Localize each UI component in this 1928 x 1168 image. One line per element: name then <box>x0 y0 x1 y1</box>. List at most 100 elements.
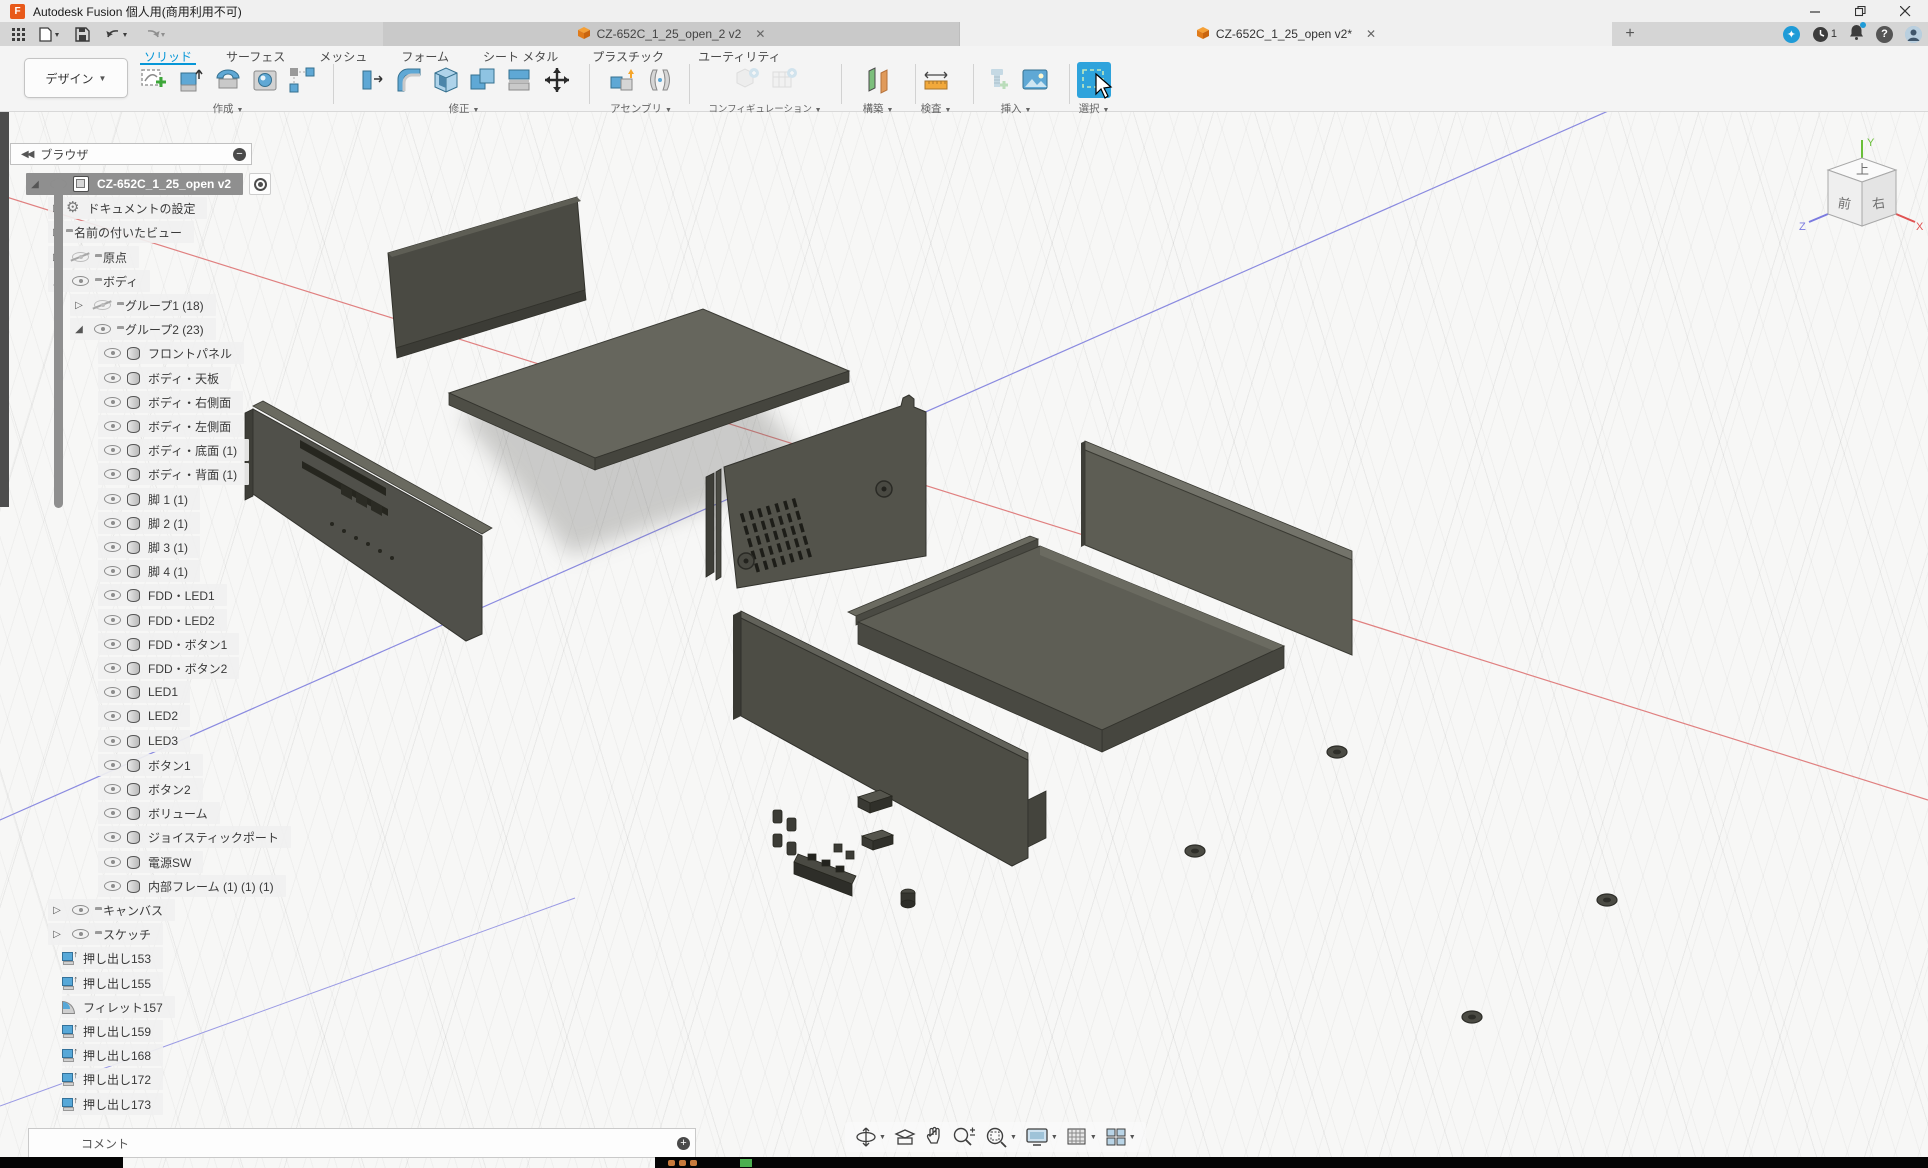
visibility-off-icon[interactable] <box>94 300 111 310</box>
job-status-icon[interactable]: 1 <box>1812 26 1837 43</box>
zoom-tool-icon[interactable] <box>952 1126 976 1148</box>
document-tab-2[interactable]: CZ-652C_1_25_open v2* ✕ <box>960 22 1612 46</box>
visibility-icon[interactable] <box>104 469 121 479</box>
new-component-icon[interactable] <box>606 62 640 98</box>
browser-row-node[interactable]: ボディ・天板 <box>98 367 231 389</box>
browser-row-node[interactable]: LED3 <box>98 730 190 752</box>
visibility-icon[interactable] <box>104 397 121 407</box>
visibility-icon[interactable] <box>104 832 121 842</box>
redo-icon[interactable] <box>142 27 166 41</box>
browser-row-node[interactable]: ボタン1 <box>98 754 203 776</box>
press-pull-icon[interactable] <box>355 62 389 98</box>
ribbon-group-label[interactable]: 検査 ▼ <box>904 101 968 116</box>
browser-row-node[interactable]: ボディ・背面 (1) <box>98 463 249 485</box>
extensions-icon[interactable]: ✦ <box>1783 26 1800 43</box>
activate-component-radio[interactable] <box>249 173 271 195</box>
pan-tool-icon[interactable] <box>924 1126 944 1148</box>
browser-row-node[interactable]: フロントパネル <box>98 342 244 364</box>
browser-row-node[interactable]: LED1 <box>98 681 190 703</box>
visibility-icon[interactable] <box>104 808 121 818</box>
browser-row-node[interactable]: ◢グループ2 (23) <box>70 318 216 340</box>
canvas-icon[interactable] <box>1018 62 1052 98</box>
visibility-icon[interactable] <box>104 663 121 673</box>
ribbon-group-label[interactable]: 作成 ▼ <box>128 101 328 116</box>
ribbon-group-label[interactable]: コンフィギュレーション ▼ <box>694 101 836 115</box>
ribbon-group-label[interactable]: 挿入 ▼ <box>968 101 1064 116</box>
orbit-tool-icon[interactable]: ▼ <box>855 1126 886 1148</box>
hole-icon[interactable] <box>248 62 282 98</box>
expand-arrow-icon[interactable]: ▷ <box>48 929 66 940</box>
visibility-icon[interactable] <box>104 687 121 697</box>
collapse-arrow-icon[interactable]: ◢ <box>70 324 88 335</box>
browser-row-node[interactable]: 脚 1 (1) <box>98 488 200 510</box>
pattern-icon[interactable] <box>285 62 319 98</box>
browser-row-node[interactable]: LED2 <box>98 705 190 727</box>
visibility-icon[interactable] <box>72 929 89 939</box>
create-sketch-icon[interactable] <box>137 62 171 98</box>
visibility-icon[interactable] <box>104 445 121 455</box>
move-icon[interactable] <box>540 62 574 98</box>
browser-row-node[interactable]: FDD・LED2 <box>98 609 227 631</box>
collapse-arrow-icon[interactable]: ◢ <box>26 179 44 190</box>
expand-arrow-icon[interactable]: ▷ <box>70 300 88 311</box>
visibility-off-icon[interactable] <box>72 252 89 262</box>
document-tab-1[interactable]: CZ-652C_1_25_open_2 v2 ✕ <box>383 22 960 46</box>
browser-row-node[interactable]: ボタン2 <box>98 778 203 800</box>
browser-row-feature[interactable]: ↑押し出し173 <box>62 1093 163 1115</box>
display-settings-icon[interactable]: ▼ <box>1025 1127 1058 1147</box>
visibility-icon[interactable] <box>104 542 121 552</box>
help-icon[interactable]: ? <box>1876 26 1893 43</box>
combine-icon[interactable] <box>466 62 500 98</box>
browser-row-node[interactable]: ボディ・右側面 <box>98 391 243 413</box>
browser-panel-header[interactable]: ◀◀ ブラウザ − <box>10 143 252 165</box>
look-at-tool-icon[interactable] <box>894 1127 916 1147</box>
browser-row-node[interactable]: ボリューム <box>98 802 220 824</box>
shell-icon[interactable] <box>429 62 463 98</box>
browser-row-node[interactable]: ▷名前の付いたビュー <box>48 221 194 243</box>
browser-row-node[interactable]: ▷グループ1 (18) <box>70 294 216 316</box>
add-comment-icon[interactable]: + <box>677 1137 690 1150</box>
visibility-icon[interactable] <box>94 324 111 334</box>
visibility-icon[interactable] <box>104 373 121 383</box>
small-parts-cluster[interactable] <box>773 790 915 908</box>
insert-fastener-icon[interactable] <box>981 62 1015 98</box>
visibility-icon[interactable] <box>104 857 121 867</box>
fillet-icon[interactable] <box>392 62 426 98</box>
visibility-icon[interactable] <box>104 639 121 649</box>
tab-2-close-icon[interactable]: ✕ <box>1366 27 1376 41</box>
ribbon-group-label[interactable]: 選択 ▼ <box>1062 101 1126 116</box>
joint-icon[interactable] <box>643 62 677 98</box>
browser-row-feature[interactable]: ↑押し出し168 <box>62 1044 163 1066</box>
browser-row-node[interactable]: 脚 2 (1) <box>98 512 200 534</box>
browser-row-node[interactable]: ボディ・左側面 <box>98 415 243 437</box>
browser-scrollbar[interactable] <box>54 178 63 508</box>
visibility-icon[interactable] <box>104 784 121 794</box>
browser-row-feature[interactable]: ↑押し出し153 <box>62 947 163 969</box>
tab-1-close-icon[interactable]: ✕ <box>755 27 765 41</box>
browser-row-node[interactable]: ▷⚙ドキュメントの設定 <box>48 197 207 219</box>
browser-row-node[interactable]: ▷キャンバス <box>48 899 175 921</box>
browser-row-node[interactable]: 電源SW <box>98 851 203 873</box>
browser-row-node[interactable]: 脚 3 (1) <box>98 536 200 558</box>
browser-row-node[interactable]: ▷スケッチ <box>48 923 163 945</box>
visibility-icon[interactable] <box>104 518 121 528</box>
notifications-icon[interactable] <box>1849 24 1864 45</box>
comment-bar[interactable]: コメント + <box>28 1128 696 1158</box>
measure-icon[interactable] <box>919 62 953 98</box>
browser-row-node[interactable]: FDD・ボタン2 <box>98 657 239 679</box>
visibility-icon[interactable] <box>104 736 121 746</box>
construction-plane-icon[interactable] <box>861 62 895 98</box>
minimize-button[interactable] <box>1793 0 1838 22</box>
profile-avatar[interactable] <box>1905 26 1922 43</box>
configuration-icon[interactable] <box>730 62 764 98</box>
close-button[interactable] <box>1883 0 1928 22</box>
visibility-icon[interactable] <box>104 590 121 600</box>
visibility-icon[interactable] <box>104 421 121 431</box>
browser-row-feature[interactable]: ↑押し出し155 <box>62 972 163 994</box>
browser-row-node[interactable]: 内部フレーム (1) (1) (1) <box>98 875 286 897</box>
extrude-icon[interactable] <box>174 62 208 98</box>
browser-row-node[interactable]: FDD・LED1 <box>98 584 227 606</box>
view-cube[interactable]: Y X Z 上 前 右 <box>1795 130 1927 252</box>
file-menu-icon[interactable] <box>39 27 61 42</box>
browser-row-feature[interactable]: フィレット157 <box>62 996 175 1018</box>
